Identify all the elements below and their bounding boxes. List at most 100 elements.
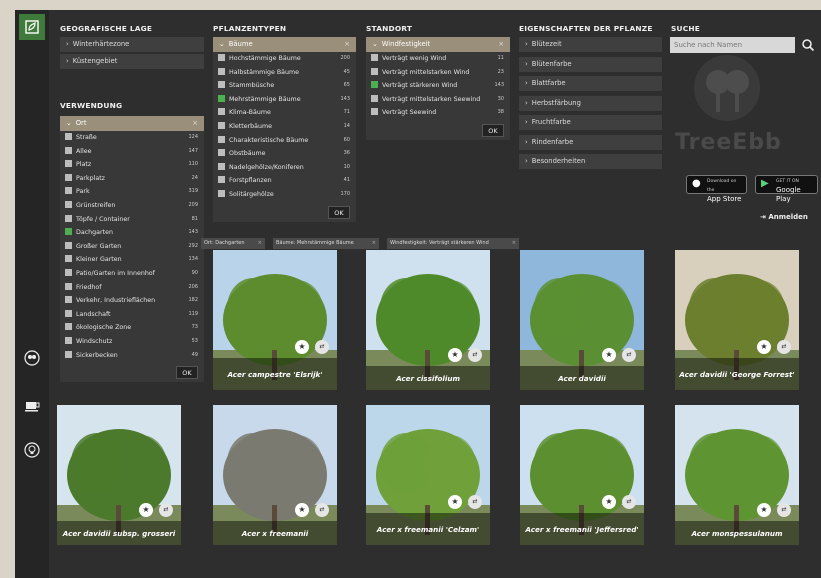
- favorite-star-icon[interactable]: ★: [139, 503, 153, 517]
- checkbox[interactable]: [65, 228, 72, 236]
- filter-option[interactable]: Verträgt mittelstarken Seewind 30: [366, 93, 510, 107]
- clear-icon[interactable]: ×: [192, 116, 198, 131]
- checkbox[interactable]: [218, 176, 225, 184]
- filter-option[interactable]: Stammbüsche 65: [213, 79, 356, 93]
- filter-option[interactable]: Kleiner Garten 134: [60, 253, 204, 267]
- plant-logo-icon[interactable]: [19, 14, 45, 40]
- checkbox[interactable]: [65, 309, 72, 317]
- checkbox[interactable]: [218, 108, 225, 116]
- filter-eigenschaft[interactable]: › Blattfarbe: [519, 76, 662, 91]
- checkbox[interactable]: [65, 187, 72, 195]
- filter-chip[interactable]: Ort: Dachgarten ×: [201, 238, 265, 249]
- filter-option[interactable]: Dachgarten 143: [60, 226, 204, 240]
- cup-icon[interactable]: [22, 396, 42, 416]
- login-button[interactable]: ⇥ Anmelden: [760, 213, 808, 221]
- filter-option[interactable]: Solitärgehölze 170: [213, 188, 356, 202]
- filter-option[interactable]: Windschutz 53: [60, 335, 204, 349]
- ok-button[interactable]: OK: [176, 366, 198, 380]
- compare-icon[interactable]: ⇄: [159, 503, 173, 517]
- compare-icon[interactable]: ⇄: [622, 348, 636, 362]
- filter-option[interactable]: Verkehr, Industrieflächen 182: [60, 294, 204, 308]
- checkbox[interactable]: [218, 135, 225, 143]
- checkbox[interactable]: [218, 121, 225, 129]
- plant-card[interactable]: ★ ⇄ Acer campestre 'Elsrijk': [213, 250, 337, 390]
- filter-option[interactable]: Charakteristische Bäume 60: [213, 134, 356, 148]
- filter-kuestengebiet[interactable]: › Küstengebiet: [60, 54, 204, 69]
- filter-option[interactable]: Halbstämmige Bäume 45: [213, 66, 356, 80]
- filter-option[interactable]: Verträgt wenig Wind 11: [366, 52, 510, 66]
- checkbox[interactable]: [218, 162, 225, 170]
- filter-option[interactable]: Mehrstämmige Bäume 143: [213, 93, 356, 107]
- filter-option[interactable]: Verträgt mittelstarken Wind 23: [366, 66, 510, 80]
- filter-option[interactable]: Parkplatz 24: [60, 172, 204, 186]
- pflanzentypen-selected[interactable]: ⌄ Bäume ×: [213, 37, 356, 52]
- plant-card[interactable]: ★ ⇄ Acer x freemanii 'Jeffersred': [520, 405, 644, 545]
- checkbox[interactable]: [65, 323, 72, 331]
- filter-option[interactable]: Verträgt Seewind 38: [366, 106, 510, 120]
- filter-option[interactable]: Friedhof 206: [60, 281, 204, 295]
- filter-chip[interactable]: Bäume: Mehrstämmige Bäume ×: [273, 238, 379, 249]
- favorite-star-icon[interactable]: ★: [602, 495, 616, 509]
- checkbox[interactable]: [65, 296, 72, 304]
- checkbox[interactable]: [65, 133, 72, 140]
- search-input[interactable]: Suche nach Namen: [670, 37, 795, 53]
- search-icon[interactable]: [801, 37, 815, 53]
- lightbulb-icon[interactable]: [22, 440, 42, 460]
- checkbox[interactable]: [371, 54, 378, 61]
- filter-eigenschaft[interactable]: › Besonderheiten: [519, 154, 662, 169]
- checkbox[interactable]: [371, 94, 378, 102]
- filter-chip[interactable]: Windfestigkeit: Verträgt stärkeren Wind ×: [387, 238, 519, 249]
- filter-option[interactable]: Allee 147: [60, 145, 204, 159]
- filter-option[interactable]: Park 319: [60, 185, 204, 199]
- filter-option[interactable]: Obstbäume 36: [213, 147, 356, 161]
- favorite-star-icon[interactable]: ★: [448, 348, 462, 362]
- checkbox[interactable]: [65, 255, 72, 263]
- clear-icon[interactable]: ×: [344, 37, 350, 52]
- plant-card[interactable]: ★ ⇄ Acer x freemanii 'Celzam': [366, 405, 490, 545]
- checkbox[interactable]: [371, 108, 378, 116]
- checkbox[interactable]: [65, 146, 72, 154]
- compare-icon[interactable]: ⇄: [777, 503, 791, 517]
- tree-view-icon[interactable]: [22, 348, 42, 368]
- verwendung-selected[interactable]: ⌄ Ort ×: [60, 116, 204, 131]
- checkbox[interactable]: [65, 268, 72, 276]
- filter-eigenschaft[interactable]: › Blütezeit: [519, 37, 662, 52]
- checkbox[interactable]: [218, 81, 225, 89]
- checkbox[interactable]: [218, 54, 225, 61]
- filter-option[interactable]: Töpfe / Container 81: [60, 213, 204, 227]
- close-icon[interactable]: ×: [258, 238, 262, 249]
- filter-option[interactable]: Platz 110: [60, 158, 204, 172]
- ok-button[interactable]: OK: [482, 123, 504, 137]
- favorite-star-icon[interactable]: ★: [757, 340, 771, 354]
- filter-option[interactable]: Forstpflanzen 41: [213, 174, 356, 188]
- filter-option[interactable]: Landschaft 119: [60, 308, 204, 322]
- plant-card[interactable]: ★ ⇄ Acer davidii subsp. grosseri: [57, 405, 181, 545]
- plant-card[interactable]: ★ ⇄ Acer monspessulanum: [675, 405, 799, 545]
- filter-option[interactable]: Verträgt stärkeren Wind 143: [366, 79, 510, 93]
- filter-option[interactable]: Kletterbäume 14: [213, 120, 356, 134]
- filter-option[interactable]: Straße 124: [60, 131, 204, 145]
- favorite-star-icon[interactable]: ★: [295, 503, 309, 517]
- filter-option[interactable]: Grünstreifen 209: [60, 199, 204, 213]
- compare-icon[interactable]: ⇄: [315, 340, 329, 354]
- filter-option[interactable]: Großer Garten 292: [60, 240, 204, 254]
- filter-eigenschaft[interactable]: › Blütenfarbe: [519, 56, 662, 72]
- favorite-star-icon[interactable]: ★: [602, 348, 616, 362]
- filter-option[interactable]: Sickerbecken 49: [60, 349, 204, 363]
- checkbox[interactable]: [371, 81, 378, 89]
- filter-option[interactable]: ökologische Zone 73: [60, 321, 204, 335]
- compare-icon[interactable]: ⇄: [468, 495, 482, 509]
- checkbox[interactable]: [65, 336, 72, 344]
- plant-card[interactable]: ★ ⇄ Acer cissifolium: [366, 250, 490, 390]
- filter-option[interactable]: Klima-Bäume 71: [213, 106, 356, 120]
- checkbox[interactable]: [218, 67, 225, 75]
- filter-winterhaertezone[interactable]: › Winterhärtezone: [60, 37, 204, 52]
- close-icon[interactable]: ×: [512, 238, 516, 249]
- filter-eigenschaft[interactable]: › Herbstfärbung: [519, 95, 662, 111]
- plant-card[interactable]: ★ ⇄ Acer x freemanii: [213, 405, 337, 545]
- checkbox[interactable]: [65, 241, 72, 249]
- app-store-button[interactable]: ● Download on the App Store: [686, 175, 747, 203]
- checkbox[interactable]: [218, 94, 225, 102]
- filter-eigenschaft[interactable]: › Rindenfarbe: [519, 134, 662, 150]
- google-play-button[interactable]: ▶ GET IT ON Google Play: [755, 175, 818, 203]
